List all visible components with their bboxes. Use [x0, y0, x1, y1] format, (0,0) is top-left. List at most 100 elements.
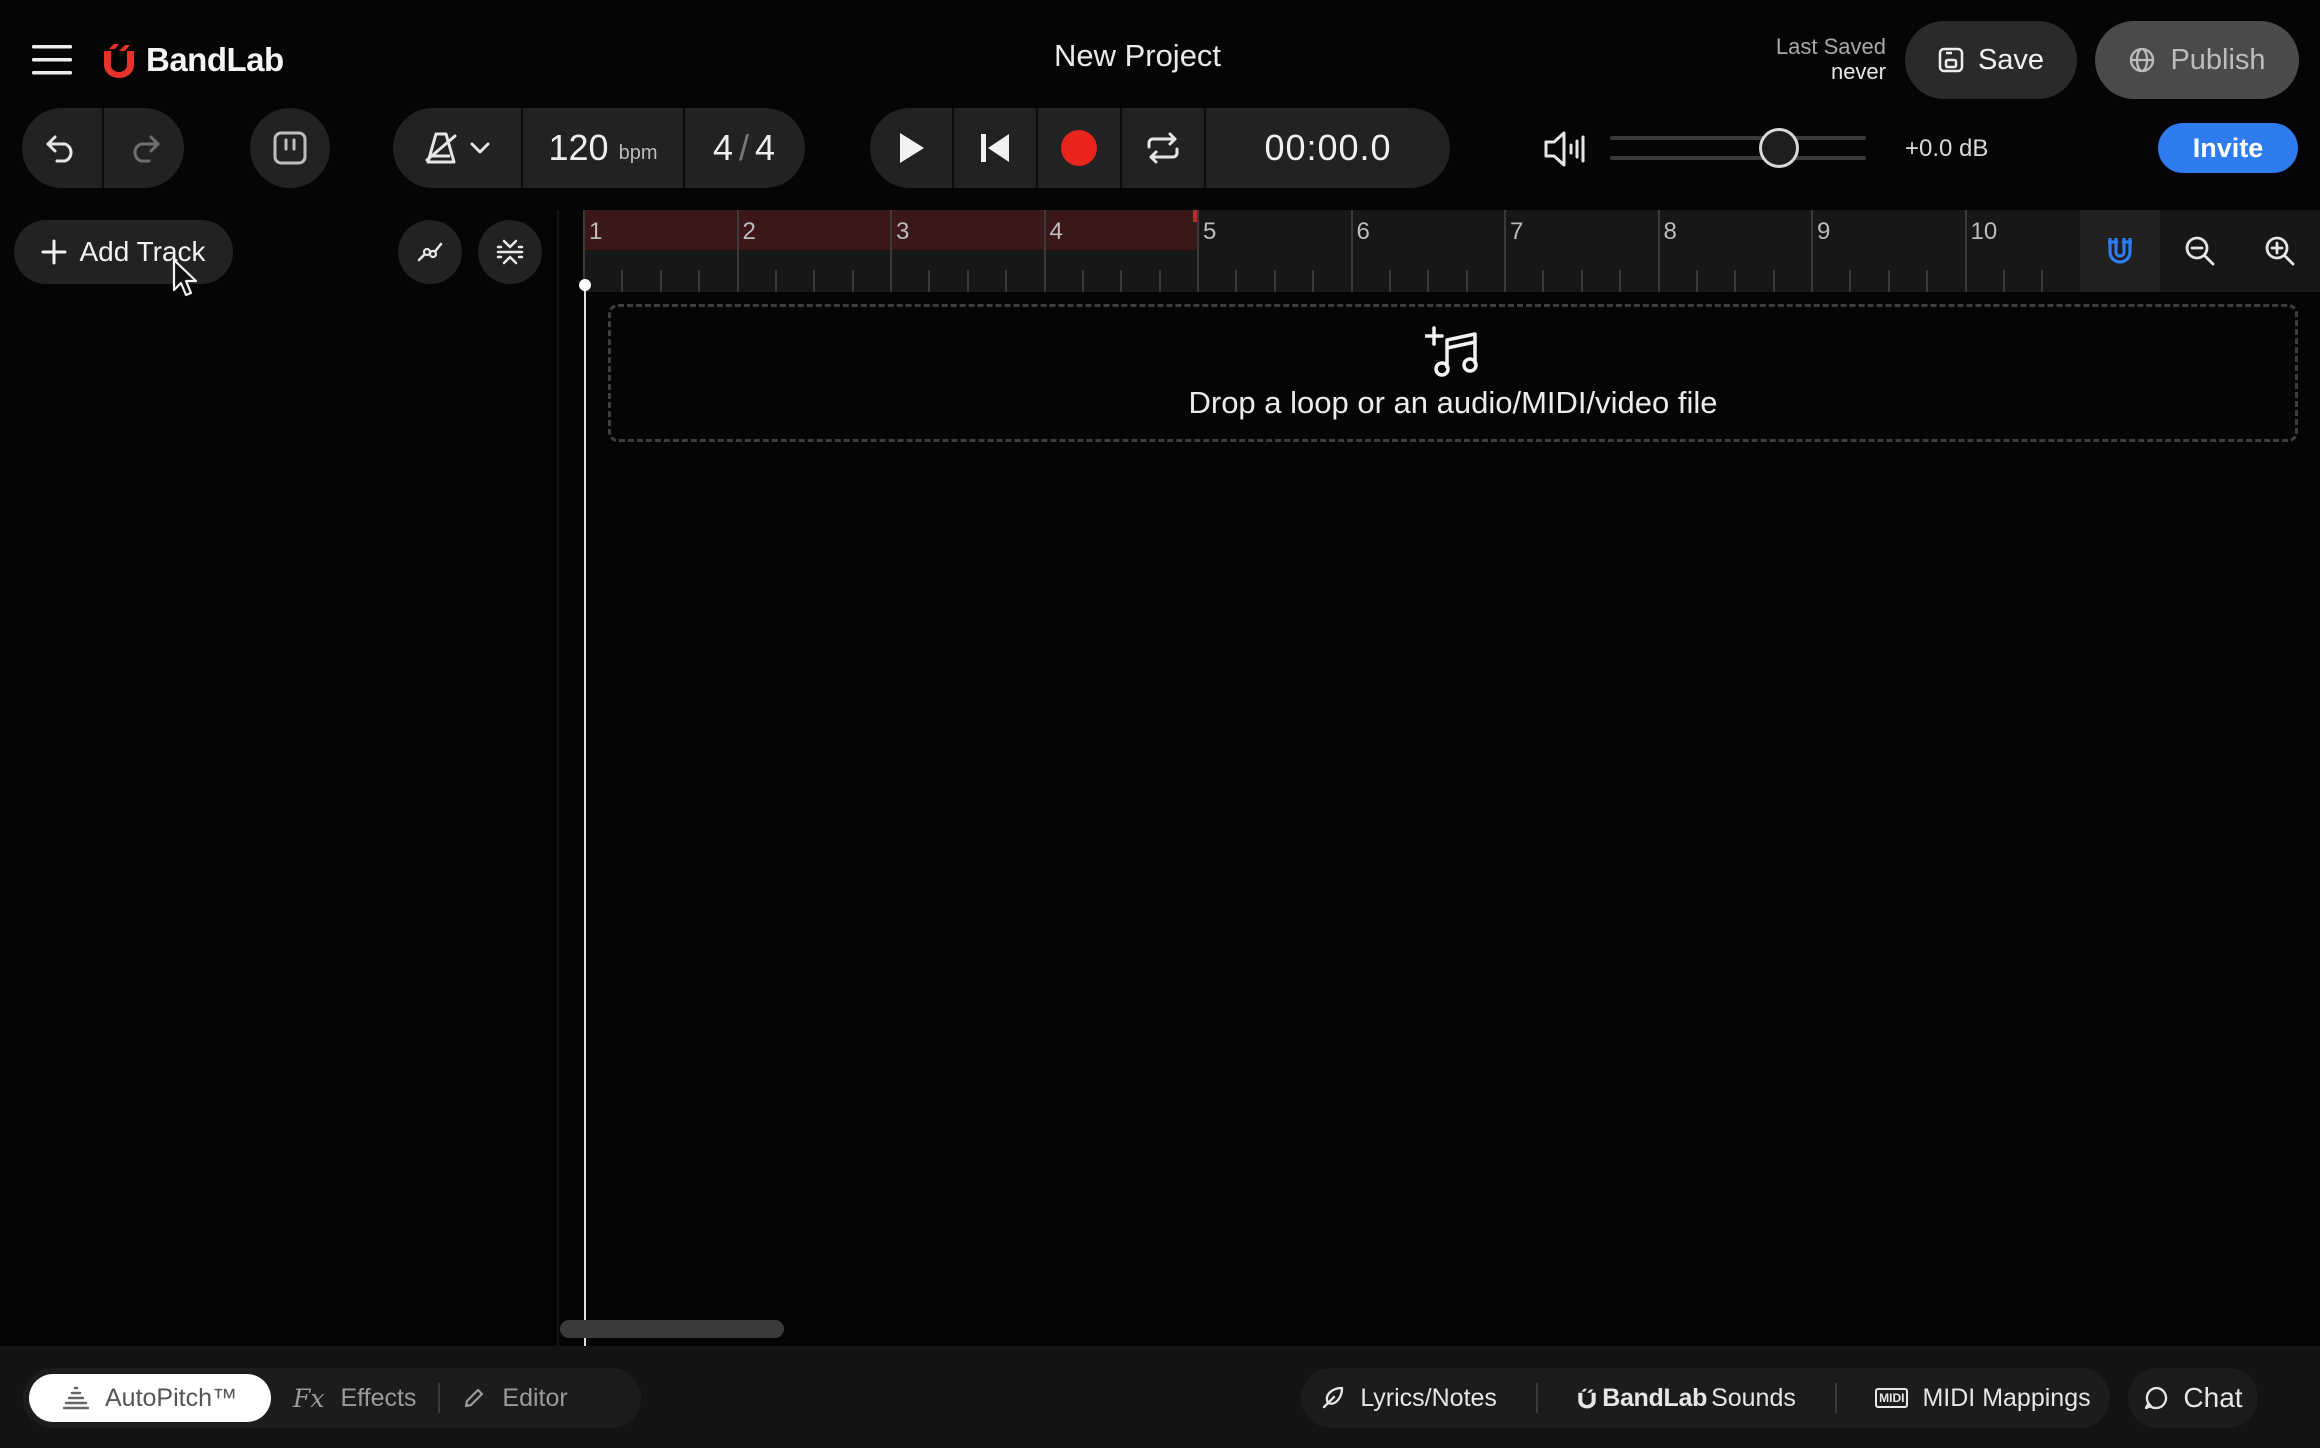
record-button[interactable]: [1038, 108, 1120, 188]
midi-mappings-button[interactable]: MIDI MIDI Mappings: [1875, 1383, 2091, 1413]
bar-line: [1657, 210, 1660, 292]
tab-effects-label: Effects: [340, 1383, 417, 1412]
bar-line: [1811, 210, 1813, 292]
mouse-cursor-icon: [172, 258, 198, 298]
loop-button[interactable]: [1122, 108, 1204, 188]
play-button[interactable]: [870, 108, 952, 188]
chat-button[interactable]: Chat: [2128, 1368, 2258, 1428]
lyrics-notes-label: Lyrics/Notes: [1360, 1383, 1497, 1412]
beat-tick: [659, 270, 662, 292]
bar-line: [1043, 210, 1046, 292]
slider-rail: [1610, 156, 1866, 160]
beat-tick: [1158, 270, 1161, 292]
tempo-value: 120: [548, 127, 609, 168]
feather-icon: [1323, 1386, 1344, 1409]
bar-number: 10: [1970, 218, 1998, 245]
bar-number: 3: [896, 218, 910, 245]
zoom-in-button[interactable]: [2240, 210, 2320, 292]
metronome-button[interactable]: [393, 108, 521, 188]
time-sig-bottom: 4: [755, 127, 776, 168]
panel-icon: [273, 131, 307, 165]
beat-tick: [1772, 270, 1775, 292]
beat-tick: [1005, 270, 1008, 292]
bar-line: [1964, 210, 1967, 292]
bandlab-sounds-button[interactable]: BandLab Sounds: [1576, 1384, 1796, 1413]
add-music-icon: [1425, 326, 1481, 378]
tab-effects[interactable]: Fx Effects: [271, 1374, 438, 1422]
horizontal-scrollbar[interactable]: [560, 1320, 784, 1338]
fx-icon: Fx: [293, 1383, 325, 1413]
timeline-ruler[interactable]: 1 2 3 4 5 6 7 8 9 10: [583, 210, 2080, 292]
zoom-out-button[interactable]: [2160, 210, 2240, 292]
lyrics-notes-button[interactable]: Lyrics/Notes: [1320, 1384, 1497, 1413]
automation-button[interactable]: [398, 220, 462, 284]
bar-line: [1504, 210, 1506, 292]
beat-tick: [1542, 270, 1545, 292]
collapse-tracks-button[interactable]: [478, 220, 542, 284]
track-panel-toggle-button[interactable]: [250, 108, 330, 188]
bandlab-logo-icon: [104, 44, 134, 78]
transport-controls: 00:00.0: [870, 108, 1450, 188]
volume-slider-handle[interactable]: [1758, 128, 1799, 168]
undo-redo-group: [22, 108, 184, 188]
bar-line: [1350, 210, 1353, 292]
bar-number: 2: [742, 218, 756, 245]
add-track-button[interactable]: Add Track: [14, 220, 233, 284]
return-to-start-button[interactable]: [954, 108, 1036, 188]
bar-line: [736, 210, 739, 292]
beat-tick: [774, 270, 777, 292]
menu-button[interactable]: [30, 38, 74, 82]
sounds-brand: BandLab: [1602, 1383, 1708, 1412]
panel-divider[interactable]: [557, 210, 559, 1346]
time-display[interactable]: 00:00.0: [1206, 108, 1450, 188]
globe-icon: [2130, 47, 2155, 73]
tempo-field[interactable]: 120 bpm: [523, 108, 683, 188]
bar-line: [1197, 210, 1199, 292]
collapse-icon: [496, 239, 524, 265]
redo-button[interactable]: [104, 108, 184, 188]
chat-bubble-icon: [2145, 1386, 2168, 1410]
playhead[interactable]: [584, 282, 586, 1346]
project-title[interactable]: New Project: [1000, 38, 1275, 74]
chevron-down-icon[interactable]: [469, 141, 491, 155]
beat-tick: [1388, 270, 1391, 292]
publish-button[interactable]: Publish: [2095, 21, 2299, 99]
playhead-handle[interactable]: [579, 279, 591, 291]
beat-tick: [1427, 270, 1430, 292]
undo-button[interactable]: [22, 108, 102, 188]
bar-number: 8: [1663, 218, 1677, 245]
time-signature-field[interactable]: 4 / 4: [685, 108, 803, 188]
snap-to-grid-button[interactable]: [2080, 210, 2160, 292]
beat-tick: [1734, 270, 1737, 292]
invite-button[interactable]: Invite: [2158, 123, 2298, 173]
beat-tick: [1120, 270, 1123, 292]
publish-label: Publish: [2170, 43, 2266, 76]
beat-tick: [1235, 270, 1238, 292]
beat-tick: [851, 270, 854, 292]
beat-tick: [1849, 270, 1852, 292]
midi-mappings-label: MIDI Mappings: [1922, 1383, 2091, 1412]
plus-icon: [41, 239, 67, 265]
loop-icon: [1147, 132, 1179, 164]
tab-editor[interactable]: Editor: [440, 1374, 589, 1422]
tempo-unit: bpm: [618, 141, 658, 164]
beat-tick: [928, 270, 931, 292]
redo-icon: [133, 135, 160, 163]
save-button[interactable]: Save: [1905, 21, 2077, 99]
bottom-left-tabs: AutoPitch™ Fx Effects Editor: [23, 1368, 641, 1428]
bandlab-logo[interactable]: BandLab: [100, 36, 284, 84]
master-volume-slider[interactable]: [1610, 134, 1866, 162]
master-volume-button[interactable]: [1540, 124, 1590, 174]
tab-autopitch[interactable]: AutoPitch™: [29, 1374, 271, 1422]
skip-back-icon: [981, 134, 1009, 162]
zoom-in-icon: [2265, 236, 2295, 266]
beat-tick: [2041, 270, 2044, 292]
beat-tick: [621, 270, 624, 292]
drop-zone-text: Drop a loop or an audio/MIDI/video file: [1188, 385, 1718, 420]
divider: [1535, 1383, 1538, 1413]
speaker-icon: [1544, 131, 1585, 167]
hamburger-icon: [32, 45, 72, 75]
divider: [1834, 1383, 1837, 1413]
save-icon: [1938, 47, 1964, 73]
magnet-icon: [2108, 238, 2132, 264]
